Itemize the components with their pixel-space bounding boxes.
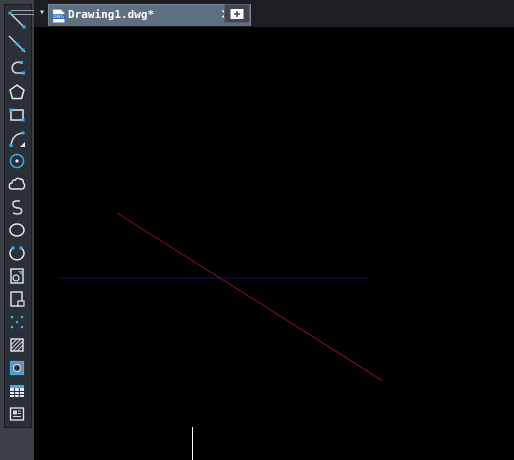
revision-cloud-icon[interactable] (6, 174, 28, 194)
ellipse-arc-icon[interactable] (6, 243, 28, 263)
tab-drawing1[interactable]: DWG Drawing1.dwg* ✕ (48, 4, 251, 26)
multiline-text-icon[interactable] (6, 404, 28, 424)
tab-title: Drawing1.dwg* (68, 8, 155, 21)
document-tab-bar: ▾ DWG Drawing1.dwg* ✕ (34, 0, 514, 27)
rectangle-icon[interactable] (6, 105, 28, 125)
point-icon[interactable] (6, 312, 28, 332)
dwg-file-icon-label: DWG (53, 14, 64, 19)
drawing-canvas[interactable] (35, 27, 514, 460)
red-line[interactable] (116, 212, 384, 382)
polygon-icon[interactable] (6, 82, 28, 102)
hatch-icon[interactable] (6, 335, 28, 355)
dwg-file-icon: DWG (52, 9, 65, 23)
line-icon[interactable] (6, 10, 28, 30)
table-icon[interactable] (6, 381, 28, 401)
make-block-icon[interactable] (6, 289, 28, 309)
tab-list-dropdown[interactable]: ▾ (36, 6, 48, 20)
ellipse-icon[interactable] (6, 220, 28, 240)
circle-icon[interactable] (6, 151, 28, 171)
insert-block-icon[interactable] (6, 266, 28, 286)
polyline-icon[interactable] (6, 58, 28, 78)
chevron-down-icon: ▾ (38, 7, 46, 18)
new-tab-icon (230, 9, 244, 19)
spline-icon[interactable] (6, 197, 28, 217)
new-tab-button[interactable] (224, 4, 250, 23)
draw-toolbar (0, 0, 35, 460)
region-icon[interactable] (6, 358, 28, 378)
construction-line-icon[interactable] (6, 34, 28, 54)
arc-icon[interactable] (6, 129, 28, 149)
